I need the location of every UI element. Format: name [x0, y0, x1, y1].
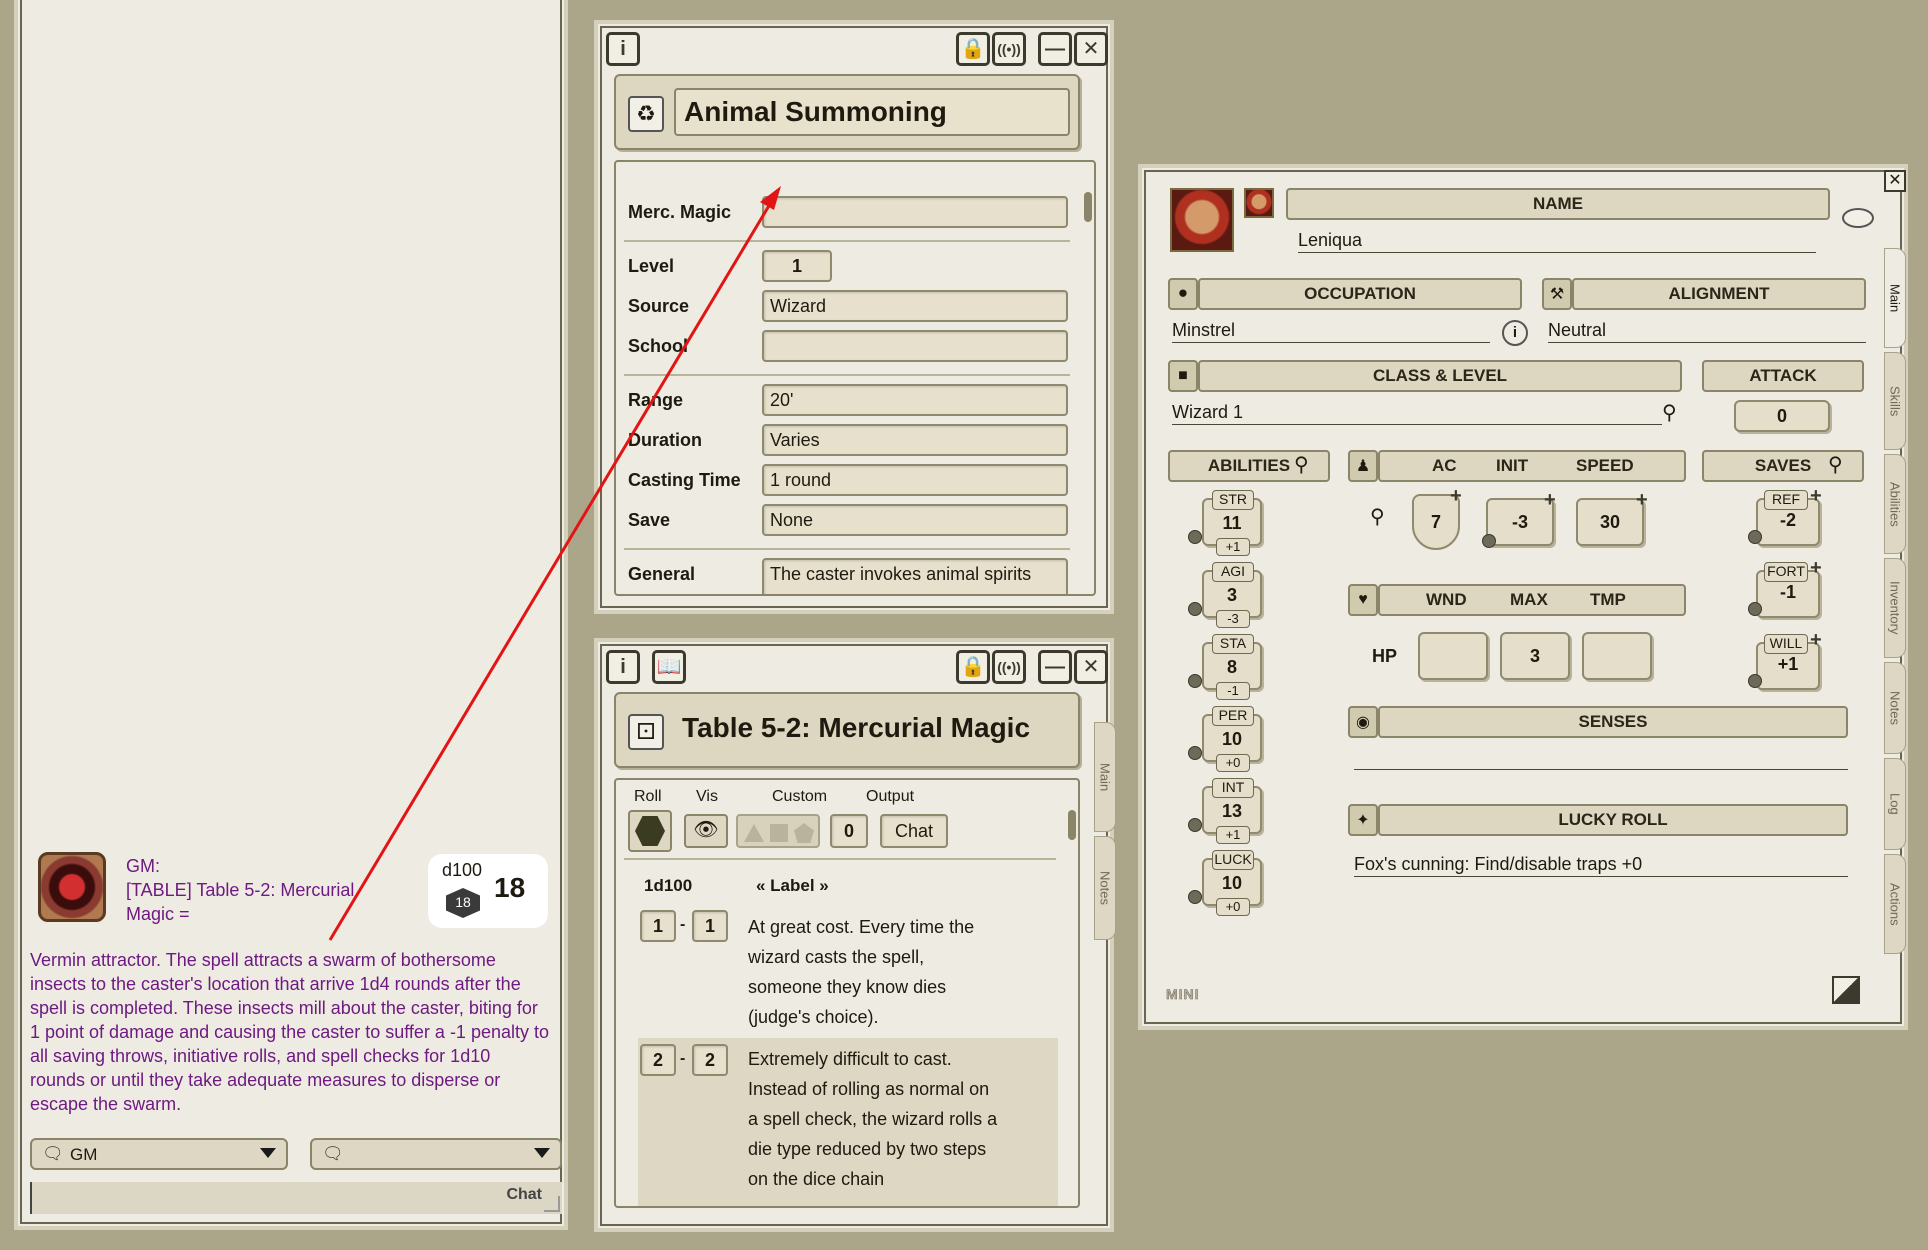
- tab-actions[interactable]: Actions: [1884, 854, 1906, 954]
- tab-main[interactable]: Main: [1884, 248, 1906, 348]
- tab-skills[interactable]: Skills: [1884, 352, 1906, 450]
- tab-abilities[interactable]: Abilities: [1884, 454, 1906, 554]
- tab-log[interactable]: Log: [1884, 758, 1906, 850]
- tab-notes[interactable]: Notes: [1884, 662, 1906, 754]
- tab-inventory[interactable]: Inventory: [1884, 558, 1906, 658]
- annotation-arrow: [328, 186, 781, 941]
